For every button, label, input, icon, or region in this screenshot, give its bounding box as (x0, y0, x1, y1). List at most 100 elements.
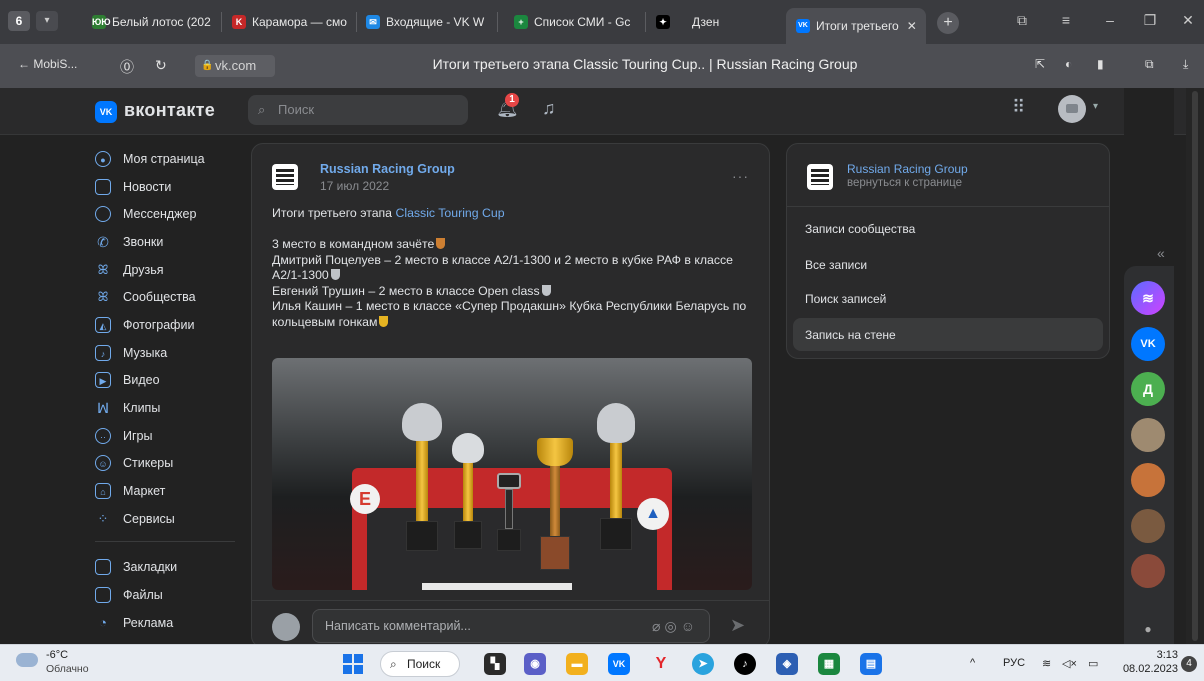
tiktok-icon[interactable]: ♪ (734, 653, 756, 675)
d-avatar-icon[interactable]: Д (1131, 372, 1165, 406)
docs-icon[interactable]: ▤ (860, 653, 882, 675)
more-options-icon[interactable]: ··· (732, 168, 749, 184)
telegram-icon[interactable]: ➤ (692, 653, 714, 675)
taskbar-search[interactable]: ⌕ Поиск (380, 651, 460, 677)
all-posts-link[interactable]: Все записи (805, 258, 867, 272)
url-field[interactable]: 🔒 vk.com (195, 55, 275, 77)
nav-calls[interactable]: ✆ Звонки (95, 228, 245, 256)
music-player-icon[interactable]: ♫ (542, 98, 556, 119)
side-group-name[interactable]: Russian Racing Group (847, 162, 968, 176)
comment-avatar[interactable] (272, 613, 300, 641)
tab-karamora[interactable]: K Карамора — смо (232, 8, 357, 36)
start-button-icon[interactable] (343, 654, 363, 674)
nav-clips[interactable]: ꟽ Клипы (95, 394, 245, 422)
wall-post-link[interactable]: Запись на стене (805, 328, 896, 342)
avatar-3-icon[interactable] (1131, 509, 1165, 543)
comment-input[interactable]: Написать комментарий... ⌀◎☺ (312, 609, 710, 643)
search-posts-link[interactable]: Поиск записей (805, 292, 886, 306)
nav-friends[interactable]: ꕤ Друзья (95, 256, 245, 284)
side-group-logo[interactable] (807, 164, 833, 190)
language-indicator[interactable]: РУС (1003, 657, 1025, 669)
nav-music[interactable]: ♪ Музыка (95, 339, 245, 367)
chat-icon[interactable]: ● (1131, 612, 1165, 646)
taskbar-clock[interactable]: 3:13 08.02.2023 (1122, 648, 1178, 676)
cloud-icon[interactable] (16, 653, 38, 667)
collections-icon[interactable]: ⧉ (1012, 12, 1032, 29)
sheets-icon[interactable]: ▦ (818, 653, 840, 675)
vk-app-icon[interactable]: VK (1131, 327, 1165, 361)
nav-my-page[interactable]: ● Моя страница (95, 145, 245, 173)
attach-icon[interactable]: ⌀ (652, 618, 664, 634)
nav-messenger[interactable]: Мессенджер (95, 200, 245, 228)
nav-services[interactable]: ⁘ Сервисы (95, 505, 245, 533)
nav-games[interactable]: ·· Игры (95, 422, 245, 450)
teams-chat-icon[interactable]: ◉ (524, 653, 546, 675)
task-view-icon[interactable]: ▚ (484, 653, 506, 675)
emoji-icon[interactable]: ☺ (681, 618, 699, 634)
alice-icon[interactable]: ≋ (1131, 281, 1165, 315)
tray-chevron-icon[interactable]: ^ (970, 657, 975, 669)
new-tab-button[interactable]: + (937, 12, 959, 34)
tab-belyi-lotos[interactable]: ЮЮ Белый лотос (202 (92, 8, 222, 36)
tab-dzen[interactable]: ✦ Дзен (656, 8, 776, 36)
post-date[interactable]: 17 июл 2022 (320, 179, 389, 193)
nav-photos[interactable]: ◭ Фотографии (95, 311, 245, 339)
protect-icon[interactable]: ⓪ (120, 57, 134, 77)
volume-icon[interactable]: ◁× (1062, 657, 1077, 670)
avatar-4-icon[interactable] (1131, 554, 1165, 588)
notification-count-badge[interactable]: 4 (1181, 656, 1197, 672)
nav-news[interactable]: Новости (95, 173, 245, 201)
close-window-icon[interactable]: ✕ (1178, 12, 1198, 29)
nav-video[interactable]: ▶ Видео (95, 367, 245, 395)
nav-ads[interactable]: ◔ Реклама (95, 609, 245, 637)
wifi-icon[interactable]: ≋ (1042, 657, 1051, 670)
back-to-page-link[interactable]: вернуться к странице (847, 177, 962, 189)
collapse-panel-icon[interactable]: « (1157, 245, 1165, 261)
send-icon[interactable]: ➤ (730, 615, 745, 636)
extensions-icon[interactable]: ⧉ (1145, 57, 1154, 72)
nav-market[interactable]: ⌂ Маркет (95, 477, 245, 505)
security-shield-icon[interactable]: ◈ (776, 653, 798, 675)
profile-avatar[interactable] (1058, 95, 1086, 123)
post-photo-trophies[interactable]: E ▲ (272, 358, 752, 590)
tab-list-chevron-icon[interactable]: ▾ (36, 11, 58, 31)
weather-description[interactable]: Облачно (46, 663, 89, 675)
nav-files[interactable]: Файлы (95, 581, 245, 609)
tab-active-vk[interactable]: VK Итоги третьего ✕ (786, 8, 926, 44)
avatar-1-icon[interactable] (1131, 418, 1165, 452)
reload-icon[interactable]: ↻ (155, 57, 167, 74)
nav-bookmarks[interactable]: Закладки (95, 554, 245, 582)
restore-icon[interactable]: ❐ (1140, 12, 1160, 29)
vk-logo[interactable]: VK (95, 101, 117, 123)
yandex-browser-icon[interactable]: Y (650, 653, 672, 675)
camera-icon[interactable]: ◎ (664, 618, 680, 634)
minimize-icon[interactable]: – (1100, 12, 1120, 28)
vk-taskbar-icon[interactable]: VK (608, 653, 630, 675)
weather-temperature[interactable]: -6°C (46, 649, 68, 661)
group-logo[interactable] (272, 164, 298, 190)
close-tab-icon[interactable]: ✕ (907, 19, 917, 33)
post-group-name[interactable]: Russian Racing Group (320, 162, 455, 176)
menu-icon[interactable]: ≡ (1056, 12, 1076, 28)
incognito-icon[interactable]: ◐ (1065, 57, 1072, 71)
download-icon[interactable]: ⤓ (1183, 57, 1188, 72)
file-explorer-icon[interactable]: ▬ (566, 653, 588, 675)
chevron-down-icon[interactable]: ▾ (1093, 101, 1098, 112)
vk-brand[interactable]: вконтакте (124, 100, 215, 121)
nav-communities[interactable]: ꕤ Сообщества (95, 283, 245, 311)
share-icon[interactable]: ⇱ (1035, 57, 1045, 71)
apps-grid-icon[interactable]: ⠿ (1012, 97, 1025, 118)
bookmark-page-icon[interactable]: ▮ (1097, 57, 1104, 71)
back-button[interactable]: ← MobiS... (18, 57, 77, 71)
community-posts-link[interactable]: Записи сообщества (805, 222, 915, 236)
avatar-2-icon[interactable] (1131, 463, 1165, 497)
vk-search-input[interactable]: ⌕ Поиск (248, 95, 468, 125)
tab-counter-button[interactable]: 6 (8, 11, 30, 31)
battery-icon[interactable]: ▭ (1088, 657, 1098, 670)
page-scrollbar[interactable] (1186, 88, 1204, 644)
tab-smi-list[interactable]: + Список СМИ - Gc (514, 8, 646, 36)
classic-touring-cup-link[interactable]: Classic Touring Cup (395, 206, 504, 220)
nav-label: Сервисы (123, 511, 175, 526)
nav-stickers[interactable]: ☺ Стикеры (95, 450, 245, 478)
tab-vk-mail[interactable]: ✉ Входящие - VK W (366, 8, 498, 36)
